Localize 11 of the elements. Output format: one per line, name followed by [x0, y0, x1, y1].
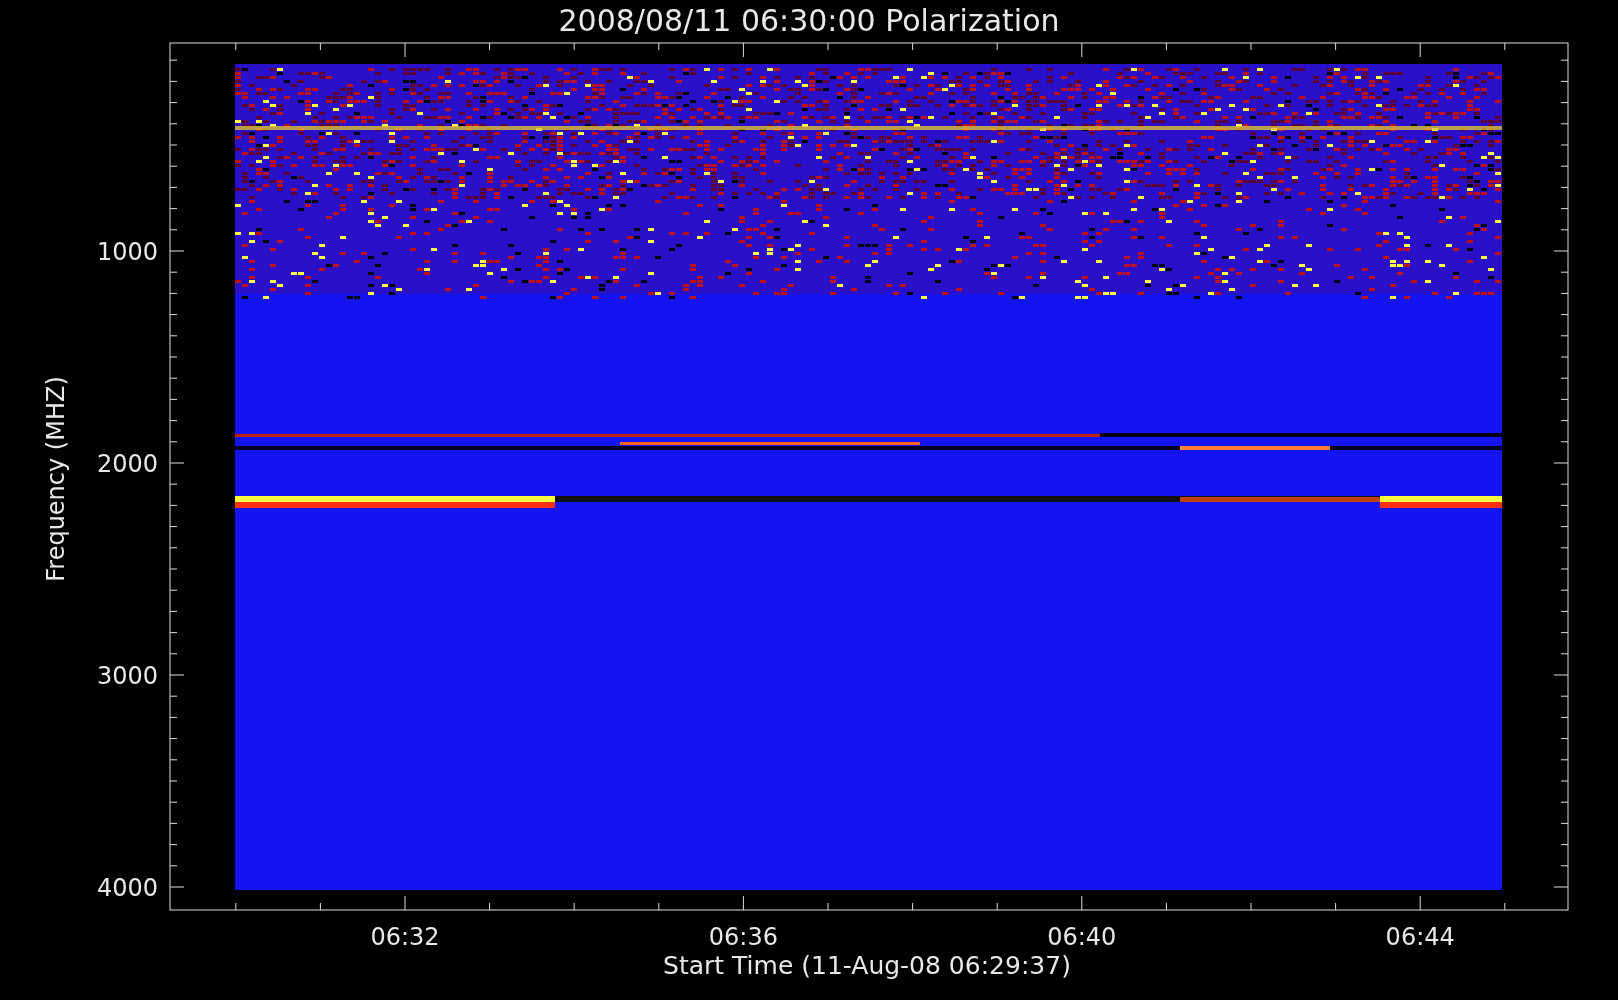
- y-tick-label: 1000: [96, 238, 158, 266]
- x-tick-label: 06:44: [1385, 923, 1455, 951]
- x-axis-label: Start Time (11-Aug-08 06:29:37): [663, 951, 1071, 980]
- x-tick-label: 06:36: [708, 923, 778, 951]
- y-tick-label: 2000: [96, 450, 158, 478]
- x-tick-label: 06:40: [1047, 923, 1117, 951]
- y-tick-label: 3000: [96, 662, 158, 690]
- x-tick-label: 06:32: [370, 923, 440, 951]
- y-tick-label: 4000: [96, 874, 158, 902]
- y-axis-label: Frequency (MHZ): [42, 376, 70, 582]
- chart-title: 2008/08/11 06:30:00 Polarization: [558, 3, 1060, 38]
